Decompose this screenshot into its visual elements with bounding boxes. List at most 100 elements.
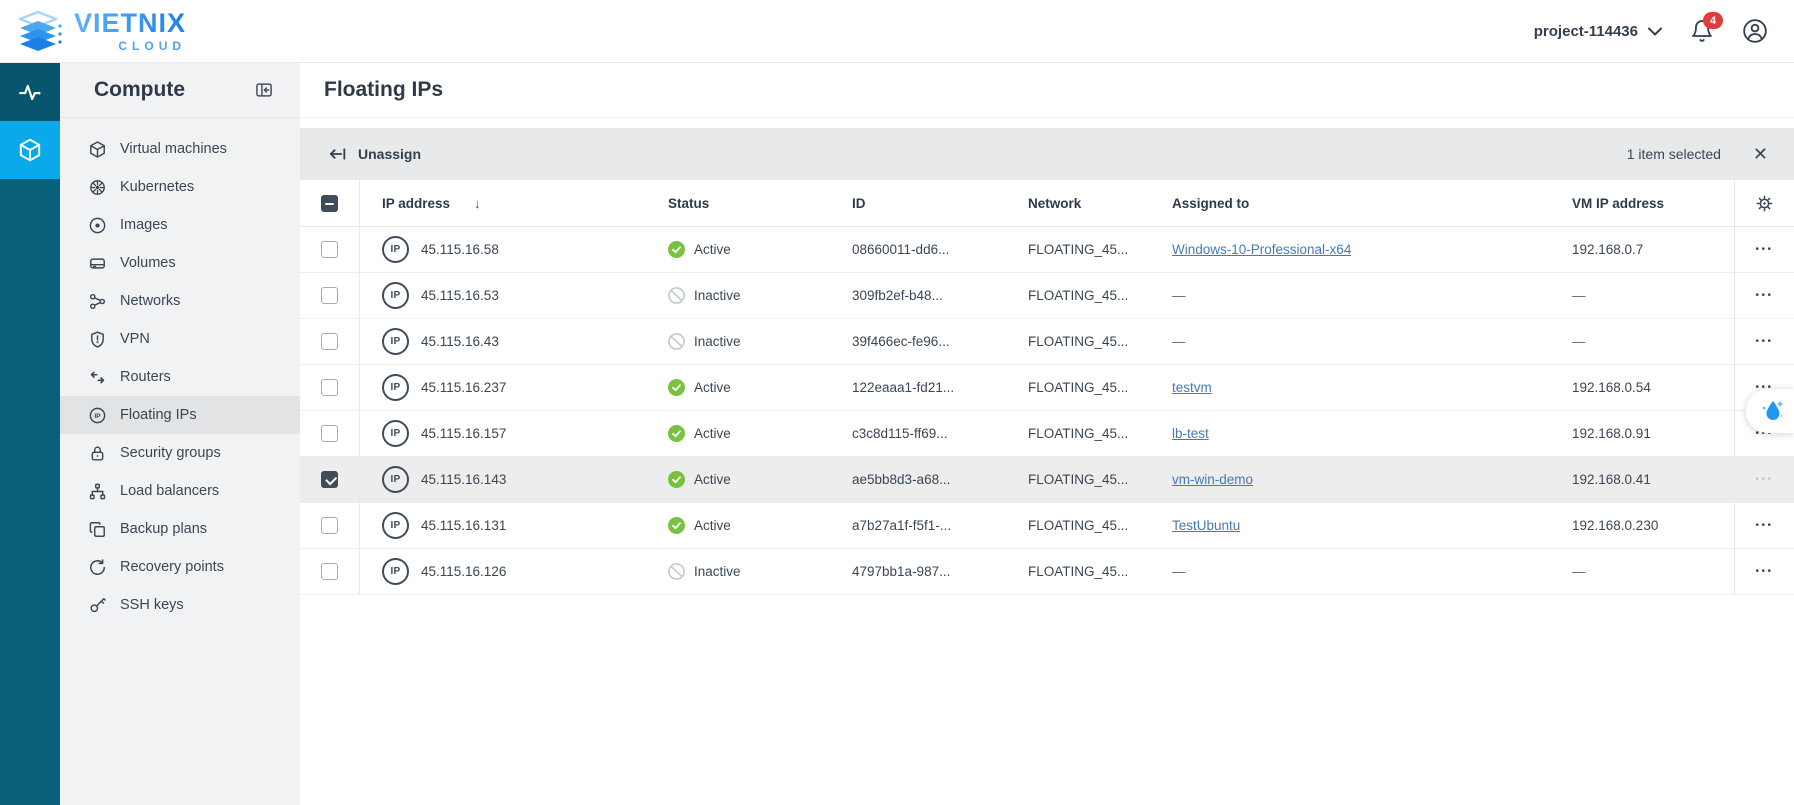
resource-id: 309fb2ef-b48... xyxy=(852,288,1028,303)
notifications-button[interactable]: 4 xyxy=(1690,19,1714,43)
column-settings-gear-icon[interactable] xyxy=(1755,194,1774,213)
copy-icon xyxy=(87,519,107,539)
unassign-arrow-icon xyxy=(328,146,347,162)
sidebar-item-ssh-keys[interactable]: SSH keys xyxy=(60,586,300,624)
select-all-checkbox[interactable] xyxy=(321,195,338,212)
row-menu-icon[interactable]: ••• xyxy=(1755,566,1773,577)
sidebar-item-virtual-machines[interactable]: Virtual machines xyxy=(60,130,300,168)
row-menu-icon[interactable]: ••• xyxy=(1755,290,1773,301)
row-checkbox[interactable] xyxy=(321,379,338,396)
row-menu-icon[interactable]: ••• xyxy=(1755,474,1773,485)
ip-address: 45.115.16.157 xyxy=(421,426,506,441)
routes-icon xyxy=(87,367,107,387)
sidebar-item-kubernetes[interactable]: Kubernetes xyxy=(60,168,300,206)
rail-item-monitoring[interactable] xyxy=(0,63,60,121)
table-row[interactable]: IP45.115.16.237 Active 122eaaa1-fd21... … xyxy=(300,365,1794,411)
sidebar-item-security-groups[interactable]: Security groups xyxy=(60,434,300,472)
sidebar-item-networks[interactable]: Networks xyxy=(60,282,300,320)
service-rail xyxy=(0,63,60,805)
vm-ip-address: 192.168.0.230 xyxy=(1572,518,1734,533)
sidebar-item-routers[interactable]: Routers xyxy=(60,358,300,396)
resource-id: a7b27a1f-f5f1-... xyxy=(852,518,1028,533)
ip-address: 45.115.16.131 xyxy=(421,518,506,533)
ip-address: 45.115.16.53 xyxy=(421,288,499,303)
support-widget-button[interactable] xyxy=(1746,389,1794,433)
sort-desc-icon[interactable]: ↓ xyxy=(474,196,481,211)
assigned-vm-link[interactable]: TestUbuntu xyxy=(1172,518,1240,533)
cube-icon xyxy=(17,137,43,163)
table-row[interactable]: IP45.115.16.126 Inactive 4797bb1a-987...… xyxy=(300,549,1794,595)
col-network[interactable]: Network xyxy=(1028,196,1172,211)
status-label: Active xyxy=(694,518,731,533)
col-id[interactable]: ID xyxy=(852,196,1028,211)
row-checkbox[interactable] xyxy=(321,425,338,442)
col-assigned-to[interactable]: Assigned to xyxy=(1172,196,1572,211)
assigned-vm-link[interactable]: vm-win-demo xyxy=(1172,472,1253,487)
network-name: FLOATING_45... xyxy=(1028,518,1172,533)
sidebar-item-load-balancers[interactable]: Load balancers xyxy=(60,472,300,510)
table-row[interactable]: IP45.115.16.58 Active 08660011-dd6... FL… xyxy=(300,227,1794,273)
collapse-sidebar-icon[interactable] xyxy=(254,80,274,100)
rail-item-compute[interactable] xyxy=(0,121,60,179)
assigned-vm-link[interactable]: testvm xyxy=(1172,380,1212,395)
status-inactive-icon xyxy=(668,333,685,350)
status-label: Active xyxy=(694,380,731,395)
account-button[interactable] xyxy=(1742,18,1768,44)
table-row[interactable]: IP45.115.16.131 Active a7b27a1f-f5f1-...… xyxy=(300,503,1794,549)
vm-ip-address: 192.168.0.7 xyxy=(1572,242,1734,257)
restore-icon xyxy=(87,557,107,577)
table-row[interactable]: IP45.115.16.157 Active c3c8d115-ff69... … xyxy=(300,411,1794,457)
row-menu-icon[interactable]: ••• xyxy=(1755,520,1773,531)
assigned-vm-empty: — xyxy=(1172,334,1572,349)
ip-icon: IP xyxy=(382,558,409,585)
status-label: Active xyxy=(694,426,731,441)
table-header: IP address ↓ Status ID Network Assigned … xyxy=(300,180,1794,227)
resource-id: c3c8d115-ff69... xyxy=(852,426,1028,441)
project-name: project-114436 xyxy=(1534,23,1638,40)
row-checkbox[interactable] xyxy=(321,333,338,350)
floating-ip-icon: IP xyxy=(87,405,107,425)
ip-icon: IP xyxy=(382,466,409,493)
sidebar-item-volumes[interactable]: Volumes xyxy=(60,244,300,282)
unassign-button[interactable]: Unassign xyxy=(328,146,421,162)
network-name: FLOATING_45... xyxy=(1028,288,1172,303)
table-row[interactable]: IP45.115.16.43 Inactive 39f466ec-fe96...… xyxy=(300,319,1794,365)
table-row[interactable]: IP45.115.16.53 Inactive 309fb2ef-b48... … xyxy=(300,273,1794,319)
vm-ip-address: 192.168.0.41 xyxy=(1572,472,1734,487)
resource-id: 4797bb1a-987... xyxy=(852,564,1028,579)
vietnix-logo[interactable]: VIETNIX CLOUD xyxy=(14,8,186,54)
ip-address: 45.115.16.58 xyxy=(421,242,499,257)
hierarchy-icon xyxy=(87,481,107,501)
row-menu-icon[interactable]: ••• xyxy=(1755,244,1773,255)
col-ip-address[interactable]: IP address xyxy=(382,196,450,211)
selected-count: 1 item selected xyxy=(1627,146,1721,162)
sidebar-item-images[interactable]: Images xyxy=(60,206,300,244)
selection-toolbar: Unassign 1 item selected ✕ xyxy=(300,128,1794,180)
assigned-vm-empty: — xyxy=(1172,564,1572,579)
network-name: FLOATING_45... xyxy=(1028,564,1172,579)
row-menu-icon[interactable]: ••• xyxy=(1755,336,1773,347)
row-checkbox[interactable] xyxy=(321,287,338,304)
row-checkbox-checked[interactable] xyxy=(321,471,338,488)
row-checkbox[interactable] xyxy=(321,241,338,258)
drive-icon xyxy=(87,253,107,273)
notification-count-badge: 4 xyxy=(1703,12,1723,29)
assigned-vm-link[interactable]: lb-test xyxy=(1172,426,1209,441)
sidebar-item-backup-plans[interactable]: Backup plans xyxy=(60,510,300,548)
sidebar-item-vpn[interactable]: VPN xyxy=(60,320,300,358)
close-selection-icon[interactable]: ✕ xyxy=(1753,145,1768,163)
table-row-selected[interactable]: IP45.115.16.143 Active ae5bb8d3-a68... F… xyxy=(300,457,1794,503)
row-checkbox[interactable] xyxy=(321,563,338,580)
row-checkbox[interactable] xyxy=(321,517,338,534)
status-label: Inactive xyxy=(694,288,741,303)
kubernetes-icon xyxy=(87,177,107,197)
assigned-vm-link[interactable]: Windows-10-Professional-x64 xyxy=(1172,242,1351,257)
col-status[interactable]: Status xyxy=(668,196,852,211)
col-vm-ip-address[interactable]: VM IP address xyxy=(1572,196,1734,211)
lock-icon xyxy=(87,443,107,463)
sidebar-item-floating-ips[interactable]: IP Floating IPs xyxy=(60,396,300,434)
resource-id: ae5bb8d3-a68... xyxy=(852,472,1028,487)
project-switcher[interactable]: project-114436 xyxy=(1534,23,1662,40)
sidebar-item-recovery-points[interactable]: Recovery points xyxy=(60,548,300,586)
ip-icon: IP xyxy=(382,420,409,447)
